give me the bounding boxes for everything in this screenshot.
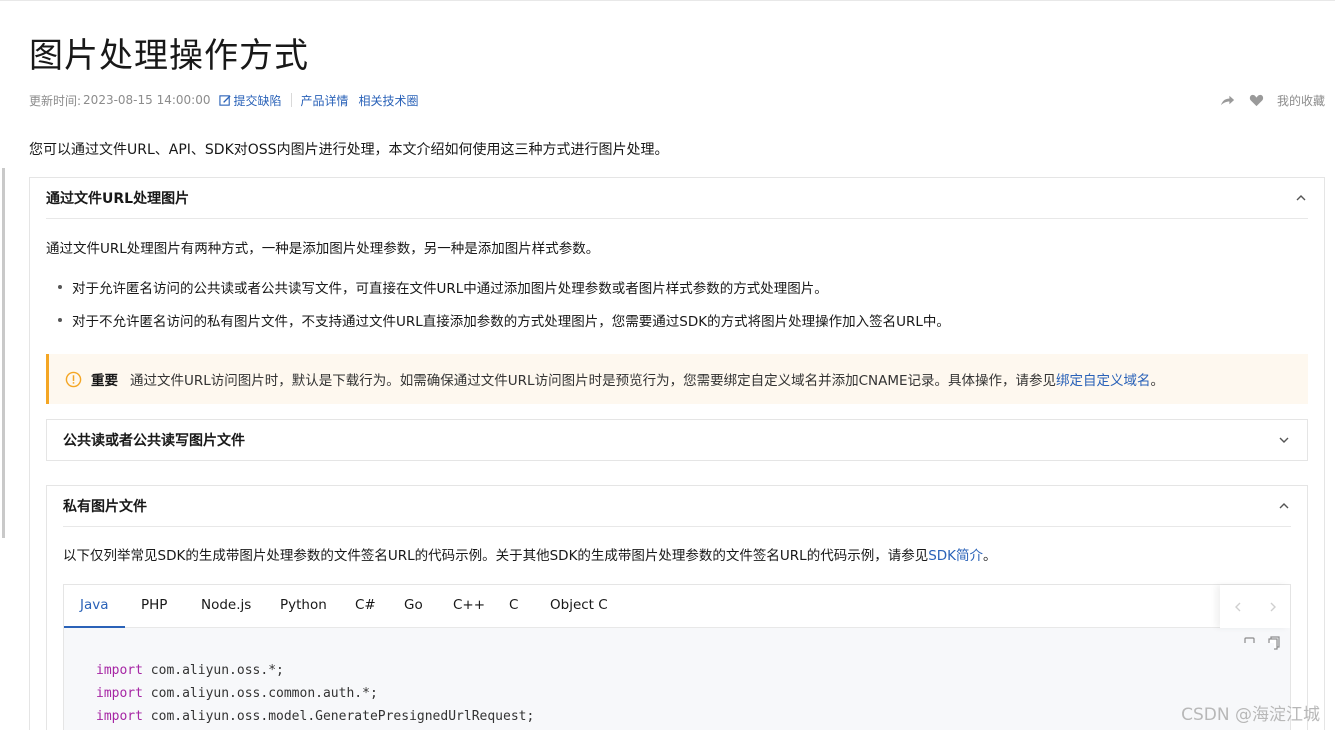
public-file-collapsible[interactable]: 公共读或者公共读写图片文件 [46,419,1308,461]
chevron-left-icon[interactable] [1231,600,1245,614]
code-keyword: import [96,663,143,678]
bind-domain-link[interactable]: 绑定自定义域名 [1056,369,1151,389]
submit-bug-link[interactable]: 提交缺陷 [218,92,282,109]
code-line: import com.aliyun.oss.*; [96,659,1258,682]
top-divider [0,0,1335,1]
sdk-intro-link[interactable]: SDK简介 [928,548,983,564]
code-sample-box: Java PHP Node.js Python C# Go C++ C Obje… [63,584,1291,730]
favorites-label[interactable]: 我的收藏 [1277,92,1325,109]
private-file-paragraph: 以下仅列举常见SDK的生成带图片处理参数的文件签名URL的代码示例。关于其他SD… [63,544,997,564]
chevron-up-icon[interactable] [1294,191,1308,205]
submit-bug-label: 提交缺陷 [233,93,282,108]
scroll-indicator[interactable] [2,168,5,538]
code-block[interactable]: import com.aliyun.oss.*; import com.aliy… [80,643,1274,730]
code-text: com.aliyun.oss.*; [142,663,284,678]
intro-text: 您可以通过文件URL、API、SDK对OSS内图片进行处理，本文介绍如何使用这三… [29,142,669,158]
private-file-header[interactable]: 私有图片文件 [63,486,1291,527]
code-line: import com.aliyun.oss.common.auth.*; [96,682,1258,705]
section-url-header[interactable]: 通过文件URL处理图片 [46,178,1308,219]
section-url-panel: 通过文件URL处理图片 通过文件URL处理图片有两种方式，一种是添加图片处理参数… [29,177,1325,730]
page-actions: 我的收藏 [1219,92,1325,109]
list-item: 对于允许匿名访问的公共读或者公共读写文件，可直接在文件URL中通过添加图片处理参… [58,277,828,297]
share-icon[interactable] [1219,92,1236,109]
public-file-title: 公共读或者公共读写图片文件 [63,433,245,449]
code-keyword: import [96,686,143,701]
tab-nodejs[interactable]: Node.js [185,585,267,628]
important-note: 重要 通过文件URL访问图片时，默认是下载行为。如需确保通过文件URL访问图片时… [46,354,1308,404]
language-tabs: Java PHP Node.js Python C# Go C++ C Obje… [64,585,1290,628]
meta-bar: 更新时间: 2023-08-15 14:00:00 提交缺陷 产品详情 相关技术… [29,92,419,108]
list-item-text: 对于不允许匿名访问的私有图片文件，不支持通过文件URL直接添加参数的方式处理图片… [72,314,950,330]
watermark: CSDN @海淀江城 [1181,705,1320,725]
private-file-text: 以下仅列举常见SDK的生成带图片处理参数的文件签名URL的代码示例。关于其他SD… [63,548,929,564]
warning-icon [65,371,82,388]
heart-icon[interactable] [1248,92,1265,109]
section-url-paragraph: 通过文件URL处理图片有两种方式，一种是添加图片处理参数，另一种是添加图片样式参… [46,241,600,257]
code-keyword: import [96,709,143,724]
important-end: 。 [1150,373,1165,389]
meta-separator [290,93,292,107]
private-file-title: 私有图片文件 [63,499,147,515]
private-file-end: 。 [983,548,997,564]
updated-label: 更新时间: [29,93,82,108]
tab-csharp[interactable]: C# [339,585,392,628]
related-circle-link[interactable]: 相关技术圈 [359,92,419,109]
code-line: import com.aliyun.oss.model.GeneratePres… [96,705,1258,728]
important-text: 通过文件URL访问图片时，默认是下载行为。如需确保通过文件URL访问图片时是预览… [130,373,1057,389]
tab-scroll-arrows [1220,585,1290,628]
tab-objective-c[interactable]: Object C [534,585,624,628]
updated-date: 2023-08-15 14:00:00 [83,93,211,107]
tab-c[interactable]: C [493,585,534,628]
chevron-up-icon[interactable] [1277,499,1291,513]
tab-go[interactable]: Go [388,585,439,628]
tab-cpp[interactable]: C++ [437,585,501,628]
list-item: 对于不允许匿名访问的私有图片文件，不支持通过文件URL直接添加参数的方式处理图片… [58,310,950,330]
product-detail-link[interactable]: 产品详情 [301,92,349,109]
tab-python[interactable]: Python [264,585,343,628]
tab-java[interactable]: Java [64,585,125,628]
section-url-title: 通过文件URL处理图片 [46,191,190,207]
tab-php[interactable]: PHP [125,585,183,628]
chevron-right-icon[interactable] [1266,600,1280,614]
bullet-dot [58,318,62,322]
list-item-text: 对于允许匿名访问的公共读或者公共读写文件，可直接在文件URL中通过添加图片处理参… [72,281,828,297]
code-text: com.aliyun.oss.model.GeneratePresignedUr… [142,709,535,724]
bullet-dot [58,285,62,289]
chevron-down-icon[interactable] [1277,433,1291,447]
important-label: 重要 [91,373,118,389]
code-text: com.aliyun.oss.common.auth.*; [142,686,378,701]
page-title: 图片处理操作方式 [29,36,309,76]
private-file-panel: 私有图片文件 以下仅列举常见SDK的生成带图片处理参数的文件签名URL的代码示例… [46,485,1308,730]
edit-icon [218,94,231,106]
